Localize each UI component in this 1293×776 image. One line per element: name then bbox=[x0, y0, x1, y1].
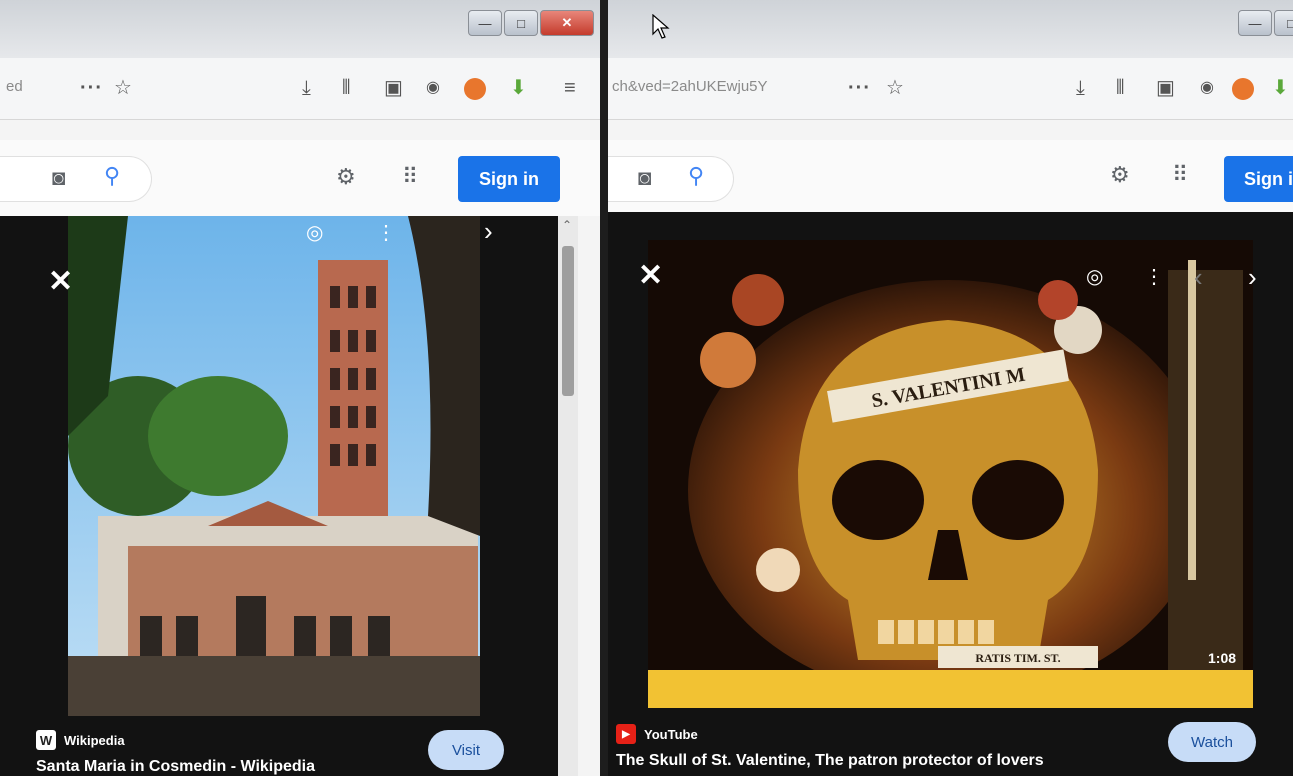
sign-in-button[interactable]: Sign in bbox=[458, 156, 560, 202]
source-name: YouTube bbox=[644, 726, 698, 742]
minimize-button[interactable]: — bbox=[1238, 10, 1272, 36]
source-name: Wikipedia bbox=[64, 732, 125, 748]
title-bar: — □ bbox=[608, 0, 1293, 58]
search-box[interactable]: ◙ ⚲ bbox=[0, 156, 152, 202]
extension-download-arrow-icon[interactable]: ⬇ bbox=[1272, 76, 1289, 100]
address-bar[interactable]: ed bbox=[6, 78, 23, 95]
page-actions-icon[interactable]: ··· bbox=[80, 76, 103, 100]
account-icon[interactable]: ◉ bbox=[1200, 76, 1214, 100]
window-controls: — □ ✕ bbox=[468, 10, 594, 36]
extension-download-arrow-icon[interactable]: ⬇ bbox=[510, 76, 527, 100]
sign-in-button[interactable]: Sign i bbox=[1224, 156, 1293, 202]
minimize-button[interactable]: — bbox=[468, 10, 502, 36]
result-title[interactable]: Santa Maria in Cosmedin - Wikipedia bbox=[36, 758, 315, 776]
settings-gear-icon[interactable]: ⚙ bbox=[1110, 162, 1130, 188]
right-browser-window: — □ ch&ved=2ahUKEwju5Y ··· ☆ ⤓ ⫴ ▣ ◉ ⬇ ◙… bbox=[608, 0, 1293, 776]
visit-button[interactable]: Visit bbox=[428, 730, 504, 770]
close-window-button[interactable]: ✕ bbox=[540, 10, 594, 36]
maximize-button[interactable]: □ bbox=[504, 10, 538, 36]
account-icon[interactable]: ◉ bbox=[426, 76, 440, 100]
library-icon[interactable]: ⫴ bbox=[1116, 76, 1124, 100]
title-bar: — □ ✕ bbox=[0, 0, 600, 58]
download-icon[interactable]: ⤓ bbox=[1076, 76, 1085, 100]
bookmark-star-icon[interactable]: ☆ bbox=[114, 76, 132, 100]
sidebar-icon[interactable]: ▣ bbox=[384, 76, 403, 100]
search-box[interactable]: ◙ ⚲ bbox=[608, 156, 734, 202]
more-options-icon[interactable]: ⋮ bbox=[1144, 264, 1164, 289]
source-label[interactable]: W Wikipedia bbox=[36, 730, 125, 750]
close-preview-icon[interactable]: ✕ bbox=[48, 264, 73, 299]
maximize-button[interactable]: □ bbox=[1274, 10, 1293, 36]
left-browser-window: — □ ✕ ed ··· ☆ ⤓ ⫴ ▣ ◉ ⬇ ≡ ◙ ⚲ ⚙ ⠿ Sign … bbox=[0, 0, 600, 776]
video-duration: 1:08 bbox=[1208, 650, 1237, 666]
preview-image-church[interactable] bbox=[68, 216, 480, 716]
panel-scrollbar[interactable]: ⌃ bbox=[558, 216, 578, 776]
apps-grid-icon[interactable]: ⠿ bbox=[402, 164, 418, 190]
window-divider bbox=[600, 0, 608, 776]
image-preview-panel: S. VALENTINI M RATIS TIM. ST. ✕ ◎ ⋮ ‹ › … bbox=[608, 212, 1293, 776]
google-header: ◙ ⚲ ⚙ ⠿ Sign in bbox=[0, 140, 600, 216]
scroll-thumb[interactable] bbox=[562, 246, 574, 396]
skull-plaque: RATIS TIM. ST. bbox=[975, 651, 1060, 665]
page-actions-icon[interactable]: ··· bbox=[848, 76, 871, 100]
chevron-right-icon[interactable]: › bbox=[484, 216, 493, 247]
library-icon[interactable]: ⫴ bbox=[342, 76, 350, 100]
camera-icon[interactable]: ◙ bbox=[52, 165, 65, 191]
extension-orange-icon[interactable] bbox=[1232, 78, 1254, 100]
google-lens-icon[interactable]: ◎ bbox=[1086, 264, 1103, 289]
youtube-icon: ▶ bbox=[616, 724, 636, 744]
bookmark-star-icon[interactable]: ☆ bbox=[886, 76, 904, 100]
more-options-icon[interactable]: ⋮ bbox=[376, 220, 396, 245]
result-title[interactable]: The Skull of St. Valentine, The patron p… bbox=[616, 752, 1044, 770]
close-preview-icon[interactable]: ✕ bbox=[638, 258, 663, 293]
watch-button[interactable]: Watch bbox=[1168, 722, 1256, 762]
sidebar-icon[interactable]: ▣ bbox=[1156, 76, 1175, 100]
search-icon[interactable]: ⚲ bbox=[104, 163, 120, 189]
chevron-right-icon[interactable]: › bbox=[1248, 262, 1257, 293]
search-icon[interactable]: ⚲ bbox=[688, 163, 704, 189]
google-lens-icon[interactable]: ◎ bbox=[306, 220, 323, 245]
browser-toolbar: ed ··· ☆ ⤓ ⫴ ▣ ◉ ⬇ ≡ bbox=[0, 58, 600, 120]
mouse-cursor-icon bbox=[652, 14, 670, 39]
settings-gear-icon[interactable]: ⚙ bbox=[336, 164, 356, 190]
image-preview-panel: ✕ ◎ ⋮ › W Wikipedia Santa Maria in Cosme… bbox=[0, 216, 558, 776]
camera-icon[interactable]: ◙ bbox=[638, 165, 651, 191]
wikipedia-icon: W bbox=[36, 730, 56, 750]
chevron-left-icon[interactable]: ‹ bbox=[1194, 262, 1203, 293]
menu-icon[interactable]: ≡ bbox=[564, 76, 576, 100]
address-bar[interactable]: ch&ved=2ahUKEwju5Y bbox=[612, 78, 768, 95]
extension-orange-icon[interactable] bbox=[464, 78, 486, 100]
apps-grid-icon[interactable]: ⠿ bbox=[1172, 162, 1188, 188]
window-controls: — □ bbox=[1238, 10, 1293, 36]
scroll-up-icon[interactable]: ⌃ bbox=[562, 218, 572, 232]
google-header: ◙ ⚲ ⚙ ⠿ Sign i bbox=[608, 140, 1293, 216]
preview-image-skull[interactable]: S. VALENTINI M RATIS TIM. ST. bbox=[648, 240, 1253, 708]
browser-toolbar: ch&ved=2ahUKEwju5Y ··· ☆ ⤓ ⫴ ▣ ◉ ⬇ bbox=[608, 58, 1293, 120]
download-icon[interactable]: ⤓ bbox=[302, 76, 311, 100]
source-label[interactable]: ▶ YouTube bbox=[616, 724, 698, 744]
